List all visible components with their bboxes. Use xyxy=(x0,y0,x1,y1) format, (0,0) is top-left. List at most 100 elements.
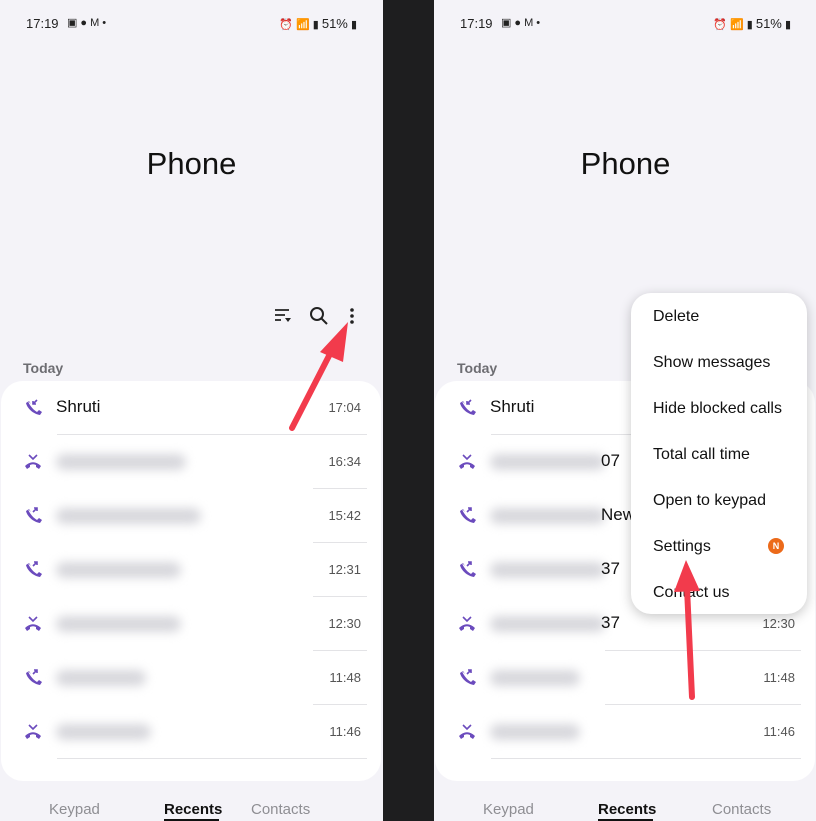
menu-item-settings[interactable]: Settings xyxy=(653,538,711,556)
menu-item-total-call-time[interactable]: Total call time xyxy=(653,446,750,464)
missed-call-icon xyxy=(25,616,41,631)
tab-keypad[interactable]: Keypad xyxy=(483,801,534,818)
tab-contacts[interactable]: Contacts xyxy=(712,801,771,818)
signal-icon: ▮ xyxy=(746,19,753,31)
section-today: Today xyxy=(23,360,64,376)
incoming-call-icon xyxy=(460,399,476,415)
caller-name-blurred xyxy=(56,724,151,740)
image-icon: ▣ xyxy=(501,17,515,29)
missed-call-icon xyxy=(25,724,41,739)
filter-icon[interactable] xyxy=(271,304,295,328)
call-time: 16:34 xyxy=(328,454,361,469)
caller-name-suffix: 37 xyxy=(601,613,620,632)
call-row[interactable]: 15:42 xyxy=(1,489,381,543)
caller-name-suffix: New xyxy=(601,505,636,524)
call-row[interactable]: 12:30 xyxy=(1,597,381,651)
tab-recents[interactable]: Recents xyxy=(164,801,222,818)
notification-icons: ▣●M• xyxy=(501,16,543,29)
more-dot-icon: • xyxy=(102,17,110,29)
menu-item-contact-us[interactable]: Contact us xyxy=(653,584,729,602)
call-time: 11:46 xyxy=(763,724,795,739)
caller-name-suffix: 37 xyxy=(601,559,620,578)
alarm-icon: ⏰ xyxy=(713,19,727,31)
call-row[interactable]: 12:31 xyxy=(1,543,381,597)
status-time: 17:19 xyxy=(26,16,59,31)
outgoing-call-icon xyxy=(26,507,42,523)
caller-name-blurred xyxy=(490,670,580,686)
wifi-icon: 📶 xyxy=(729,19,744,31)
call-time: 11:48 xyxy=(763,670,795,685)
tab-recents[interactable]: Recents xyxy=(598,801,656,818)
alarm-icon: ⏰ xyxy=(279,19,293,31)
caller-name-blurred xyxy=(56,562,181,578)
call-row[interactable]: 11:48 xyxy=(1,651,381,705)
outgoing-call-icon xyxy=(460,669,476,685)
caller-name: Shruti xyxy=(490,397,535,416)
caller-name-blurred xyxy=(490,508,605,524)
app-title: Phone xyxy=(580,146,671,181)
recents-list: Shruti 17:04 16:34 15:42 12:31 12:30 11:… xyxy=(1,381,381,781)
status-time: 17:19 xyxy=(460,16,493,31)
menu-item-show-messages[interactable]: Show messages xyxy=(653,354,770,372)
caller-name-blurred xyxy=(490,724,580,740)
caller-name-blurred xyxy=(56,616,181,632)
battery-icon: ▮ xyxy=(350,19,357,31)
tab-contacts[interactable]: Contacts xyxy=(251,801,310,818)
missed-call-icon xyxy=(459,616,475,631)
caller-name-suffix: 07 xyxy=(601,451,620,470)
call-row[interactable]: 11:46 xyxy=(435,705,815,759)
menu-item-hide-blocked-calls[interactable]: Hide blocked calls xyxy=(653,400,782,418)
call-row[interactable]: 11:46 xyxy=(1,705,381,759)
caller-name-blurred xyxy=(56,454,186,470)
phone-screen-left: 17:19 ▣●M• ⏰ 📶 ▮ 51% ▮ Phone Today Shrut… xyxy=(0,0,383,821)
phone-screen-right: 17:19 ▣●M• ⏰ 📶 ▮ 51% ▮ Phone Today Shrut… xyxy=(434,0,816,821)
menu-item-open-to-keypad[interactable]: Open to keypad xyxy=(653,492,766,510)
caller-name-blurred xyxy=(490,454,605,470)
bottom-nav: Keypad Recents Contacts xyxy=(434,801,816,821)
overflow-menu: Delete Show messages Hide blocked calls … xyxy=(631,293,807,614)
more-options-icon[interactable] xyxy=(340,304,364,328)
caller-name-blurred xyxy=(490,616,605,632)
call-row[interactable]: 16:34 xyxy=(1,435,381,489)
search-icon[interactable] xyxy=(307,304,331,328)
system-icons: ⏰ 📶 ▮ 51% ▮ xyxy=(713,16,791,31)
call-row[interactable]: 11:48 xyxy=(435,651,815,705)
status-bar: 17:19 ▣●M• ⏰ 📶 ▮ 51% ▮ xyxy=(0,14,383,34)
missed-call-icon xyxy=(459,724,475,739)
call-row[interactable]: Shruti 17:04 xyxy=(1,381,381,435)
missed-call-icon xyxy=(25,454,41,469)
tab-keypad[interactable]: Keypad xyxy=(49,801,100,818)
section-today: Today xyxy=(457,360,498,376)
incoming-call-icon xyxy=(26,399,42,415)
more-dot-icon: • xyxy=(536,17,544,29)
caller-name: Shruti xyxy=(56,397,101,416)
facebook-icon: ● xyxy=(80,17,91,29)
call-time: 12:30 xyxy=(762,616,795,631)
call-time: 12:31 xyxy=(328,562,361,577)
gmail-icon: M xyxy=(524,17,537,29)
menu-item-delete[interactable]: Delete xyxy=(653,308,699,326)
missed-call-icon xyxy=(459,454,475,469)
signal-icon: ▮ xyxy=(312,19,319,31)
status-bar: 17:19 ▣●M• ⏰ 📶 ▮ 51% ▮ xyxy=(434,14,816,34)
wifi-icon: 📶 xyxy=(295,19,310,31)
caller-name-blurred xyxy=(56,508,201,524)
settings-new-badge: N xyxy=(768,538,784,554)
call-time: 17:04 xyxy=(328,400,361,415)
gmail-icon: M xyxy=(90,17,103,29)
app-title: Phone xyxy=(146,146,237,181)
outgoing-call-icon xyxy=(460,507,476,523)
battery-level: 51% xyxy=(755,16,782,31)
call-time: 12:30 xyxy=(328,616,361,631)
outgoing-call-icon xyxy=(26,561,42,577)
call-time: 15:42 xyxy=(328,508,361,523)
caller-name-blurred xyxy=(490,562,605,578)
outgoing-call-icon xyxy=(26,669,42,685)
notification-icons: ▣●M• xyxy=(67,16,109,29)
bottom-nav: Keypad Recents Contacts xyxy=(0,801,383,821)
call-time: 11:48 xyxy=(329,670,361,685)
system-icons: ⏰ 📶 ▮ 51% ▮ xyxy=(279,16,357,31)
facebook-icon: ● xyxy=(514,17,525,29)
outgoing-call-icon xyxy=(460,561,476,577)
battery-level: 51% xyxy=(321,16,348,31)
